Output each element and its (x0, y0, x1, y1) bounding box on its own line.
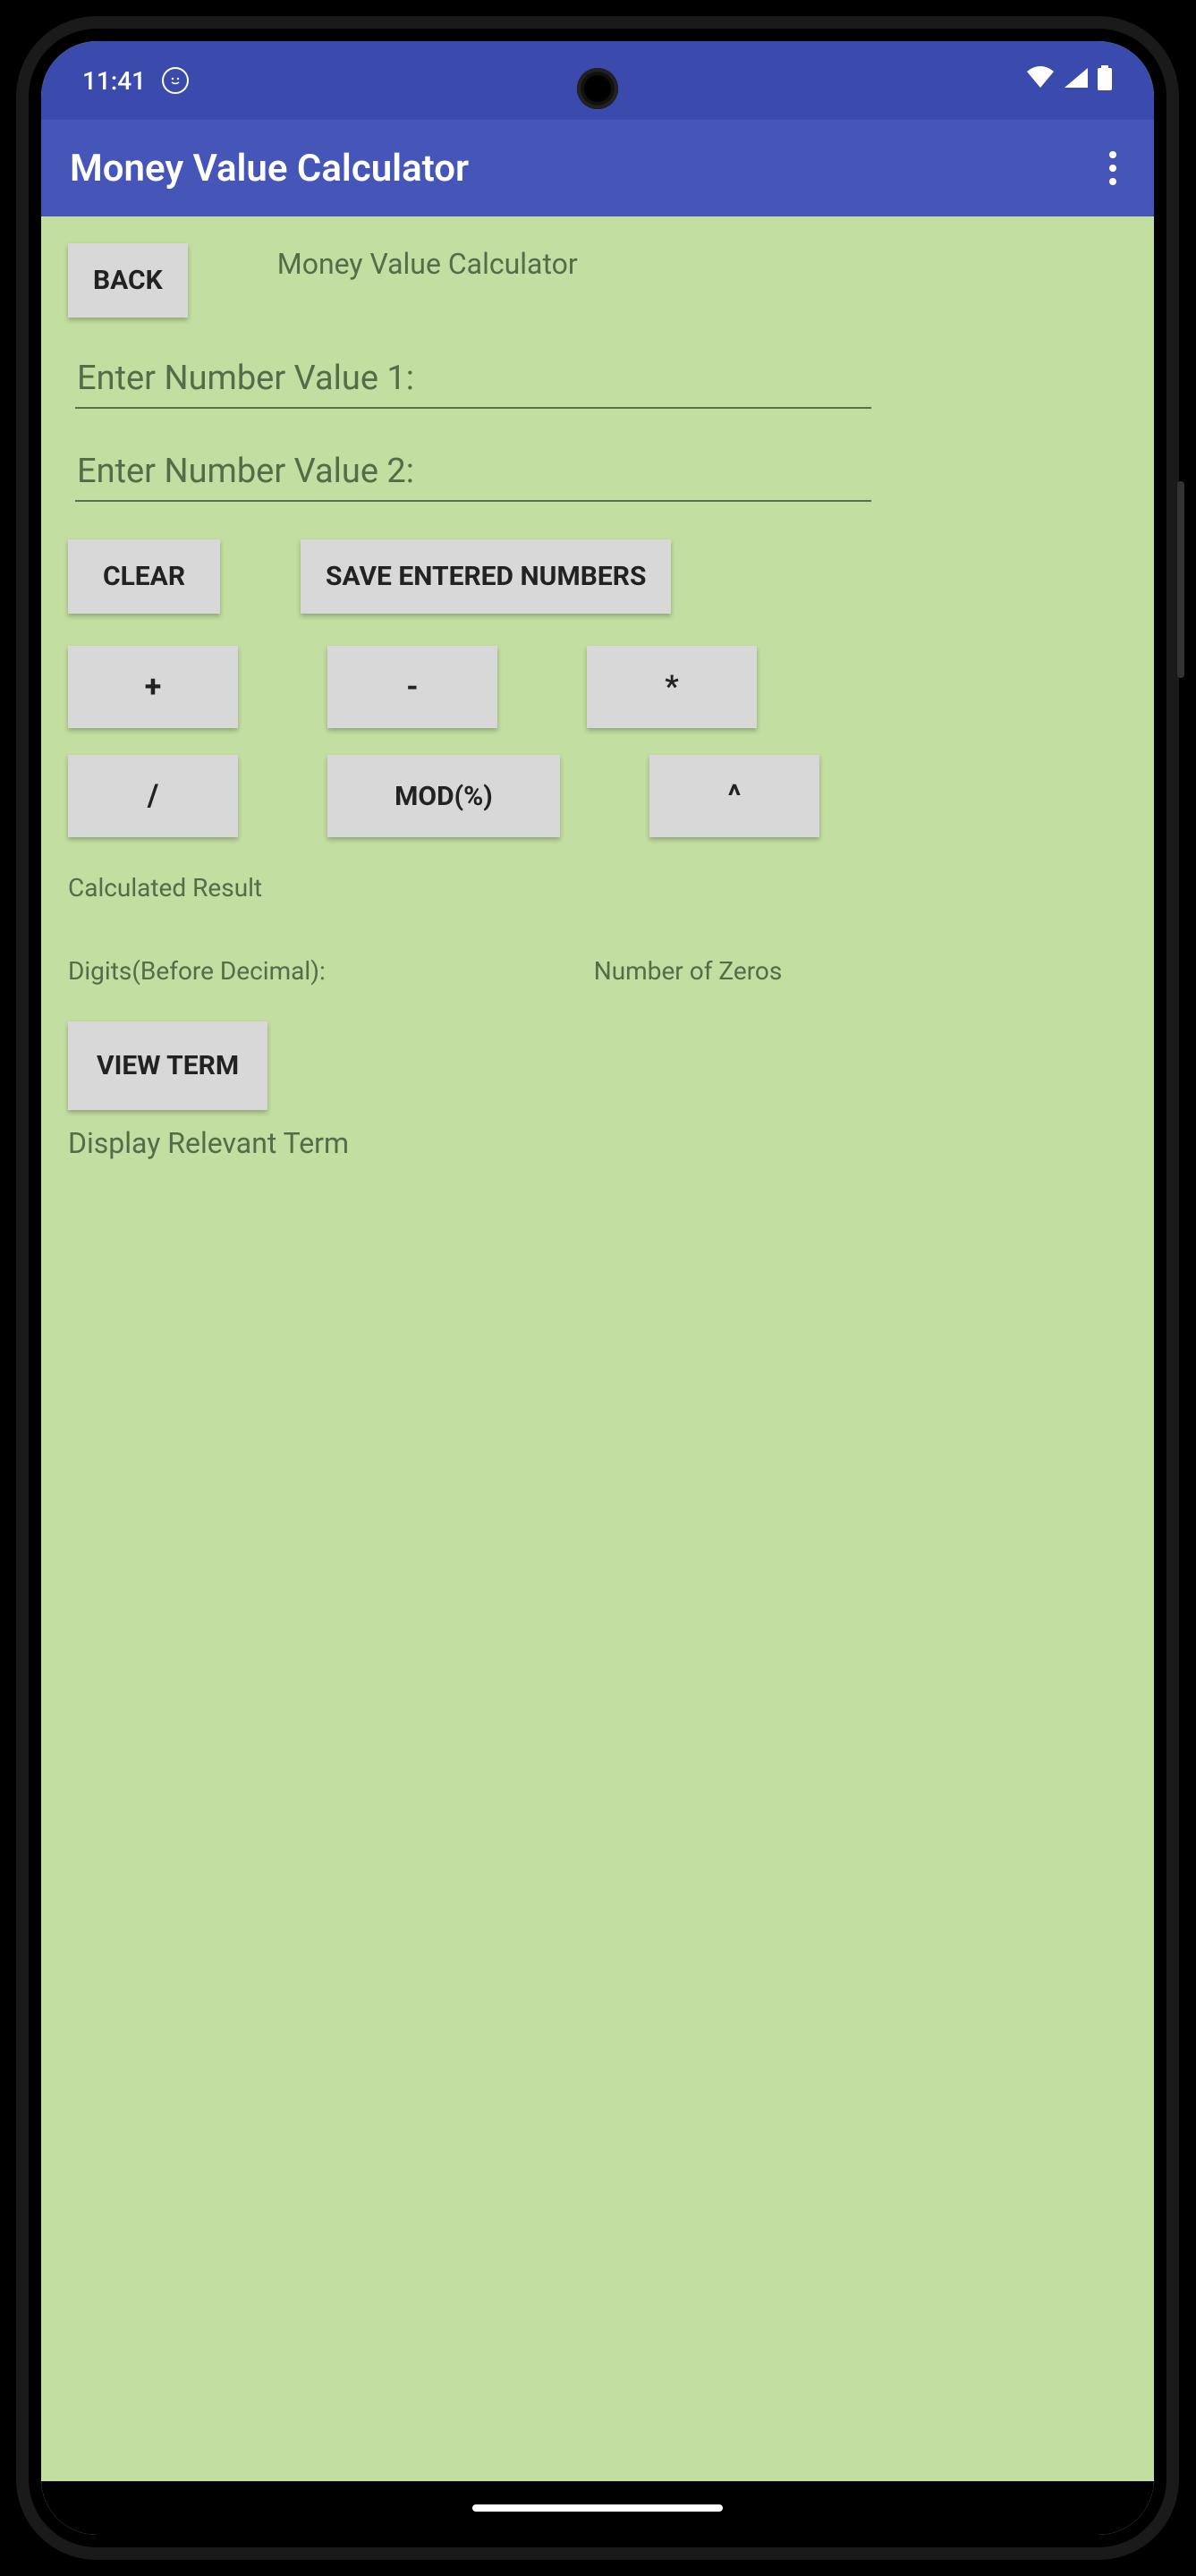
face-icon (162, 67, 189, 94)
clear-button[interactable]: CLEAR (68, 539, 220, 614)
display-term-text: Display Relevant Term (68, 1126, 1127, 1160)
number-value-2-input[interactable] (75, 446, 871, 502)
signal-icon (1063, 66, 1090, 96)
status-right (1025, 65, 1113, 97)
home-indicator[interactable] (472, 2504, 723, 2512)
wifi-icon (1025, 66, 1056, 96)
divide-button[interactable]: / (68, 755, 238, 837)
side-button (1177, 481, 1184, 678)
action-row: CLEAR SAVE ENTERED NUMBERS (68, 539, 1127, 614)
phone-inner: 11:41 (29, 29, 1166, 2547)
zeros-label: Number of Zeros (594, 956, 783, 986)
app-title: Money Value Calculator (70, 147, 469, 191)
view-term-button[interactable]: VIEW TERM (68, 1021, 267, 1110)
navigation-bar (41, 2481, 1154, 2535)
input-1-field (75, 353, 871, 409)
operator-row-2: / MOD(%) ^ (68, 755, 1127, 837)
calculated-result-label: Calculated Result (68, 873, 1127, 902)
back-button[interactable]: BACK (68, 243, 188, 318)
overflow-menu-icon[interactable] (1100, 142, 1125, 194)
app-bar: Money Value Calculator (41, 120, 1154, 216)
top-row: BACK Money Value Calculator (68, 243, 1127, 318)
page-subtitle: Money Value Calculator (277, 243, 578, 281)
screen: 11:41 (41, 41, 1154, 2535)
phone-frame: 11:41 (16, 16, 1179, 2560)
status-time: 11:41 (82, 66, 146, 96)
plus-button[interactable]: + (68, 646, 238, 728)
minus-button[interactable]: - (327, 646, 497, 728)
front-camera (577, 68, 618, 109)
mod-button[interactable]: MOD(%) (327, 755, 560, 837)
view-term-row: VIEW TERM (68, 1021, 1127, 1110)
power-button[interactable]: ^ (649, 755, 819, 837)
status-left: 11:41 (82, 66, 189, 96)
input-2-field (75, 446, 871, 502)
digits-label: Digits(Before Decimal): (68, 956, 326, 986)
save-numbers-button[interactable]: SAVE ENTERED NUMBERS (301, 539, 671, 614)
operator-row-1: + - * (68, 646, 1127, 728)
number-value-1-input[interactable] (75, 353, 871, 409)
info-labels-row: Digits(Before Decimal): Number of Zeros (68, 956, 1127, 986)
content-area: BACK Money Value Calculator CLEAR SAVE E… (41, 216, 1154, 2535)
battery-icon (1097, 65, 1113, 97)
multiply-button[interactable]: * (587, 646, 757, 728)
